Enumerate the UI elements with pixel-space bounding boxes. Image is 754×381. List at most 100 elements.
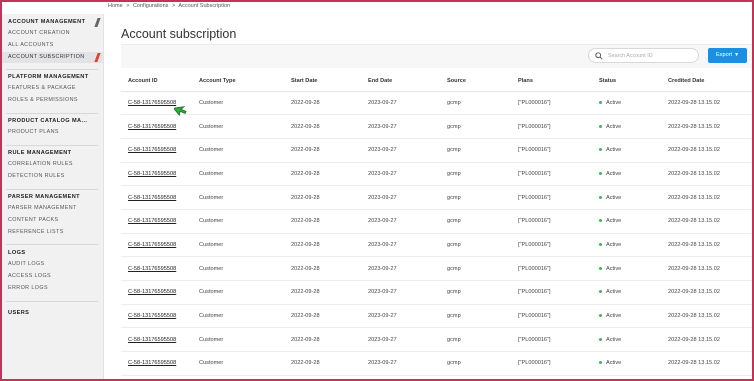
cell-credited-date: 2022-09-28 13.15.02 — [668, 280, 754, 305]
page-title: Account subscription — [121, 27, 237, 41]
table-row[interactable]: C-58-13176595508 Customer 2022-09-28 2023-0… — [121, 327, 754, 353]
column-header-end-date[interactable]: End Date — [368, 71, 447, 92]
sidebar-item-features-package[interactable]: FEATURES & PACKAGE — [0, 83, 104, 95]
cell-account-type: Customer — [199, 327, 291, 353]
sidebar-item-detection-rules[interactable]: DETECTION RULES — [0, 171, 104, 183]
cell-status: Active — [599, 91, 668, 116]
sidebar-item-access-logs[interactable]: ACCESS LOGS — [0, 271, 104, 283]
cell-account-id[interactable]: C-58-13176595508 — [121, 327, 199, 353]
cell-account-id[interactable]: C-58-13176595508 — [121, 304, 199, 329]
sidebar-heading[interactable]: PLATFORM MANAGEMENT — [0, 72, 104, 83]
table-row[interactable]: C-58-13176595508 Customer 2022-09-28 2023-0… — [121, 185, 754, 210]
cell-source: gcmp — [447, 280, 518, 305]
sidebar-section-logs: LOGS AUDIT LOGS ACCESS LOGS ERROR LOGS — [0, 248, 104, 294]
sidebar-item-account-creation[interactable]: ACCOUNT CREATION — [0, 28, 104, 40]
sidebar-item-account-subscription[interactable]: ACCOUNT SUBSCRIPTION — [0, 51, 104, 64]
cell-account-type: Customer — [199, 304, 291, 329]
cell-end-date: 2023-09-27 — [368, 351, 447, 376]
cell-source: gcmp — [447, 114, 518, 139]
sidebar-heading[interactable]: USERS — [0, 308, 104, 319]
sidebar-item-content-packs[interactable]: CONTENT PACKS — [0, 215, 104, 227]
sidebar-divider — [6, 145, 98, 146]
sidebar-item-error-logs[interactable]: ERROR LOGS — [0, 283, 104, 295]
cell-end-date: 2023-09-27 — [368, 162, 447, 187]
column-header-account-type[interactable]: Account Type — [199, 71, 291, 92]
status-label: Active — [606, 147, 622, 154]
caret-down-icon: ▼ — [734, 52, 740, 58]
top-bar: Home > Configurations > Account Subscrip… — [0, 0, 754, 14]
sidebar-item-correlation-rules[interactable]: CORRELATION RULES — [0, 159, 104, 171]
cell-account-id[interactable]: C-58-13176595508 — [121, 162, 199, 187]
cell-account-id[interactable]: C-58-13176595508 — [121, 256, 199, 281]
accounts-table: Account ID Account Type Start Date End D… — [121, 71, 754, 376]
breadcrumb-configurations[interactable]: Configurations — [133, 3, 168, 9]
status-label: Active — [606, 265, 622, 272]
cell-account-id[interactable]: C-58-13176595508 — [121, 114, 199, 139]
cell-source: gcmp — [447, 304, 518, 329]
cell-plans: ["PL000016"] — [518, 209, 599, 234]
sidebar-item-all-accounts[interactable]: ALL ACCOUNTS — [0, 40, 104, 52]
cell-plans: ["PL000016"] — [518, 280, 599, 305]
status-dot-icon — [599, 100, 602, 104]
sidebar-section-account-management: ACCOUNT MANAGEMENT ACCOUNT CREATION ALL … — [0, 17, 104, 64]
table-row[interactable]: C-58-13176595508 Customer 2022-09-28 2023-0… — [121, 114, 754, 139]
table-row[interactable]: C-58-13176595508 Customer 2022-09-28 2023-0… — [121, 209, 754, 234]
export-button[interactable]: Export ▼ — [708, 48, 747, 63]
sidebar-heading[interactable]: RULE MANAGEMENT — [0, 148, 104, 159]
sidebar-divider — [6, 189, 98, 190]
cell-credited-date: 2022-09-28 13.15.02 — [668, 91, 754, 116]
column-header-status[interactable]: Status — [599, 71, 668, 92]
column-header-account-id[interactable]: Account ID — [121, 71, 199, 92]
status-dot-icon — [599, 290, 602, 294]
cell-end-date: 2023-09-27 — [368, 185, 447, 210]
search-input[interactable] — [608, 51, 694, 61]
sidebar-divider — [6, 69, 98, 70]
status-dot-icon — [599, 266, 602, 270]
sidebar-item-reference-lists[interactable]: REFERENCE LISTS — [0, 227, 104, 239]
cell-account-id[interactable]: C-58-13176595508 — [121, 233, 199, 258]
column-header-start-date[interactable]: Start Date — [291, 71, 368, 92]
cell-credited-date: 2022-09-28 13.15.02 — [668, 162, 754, 187]
sidebar-heading[interactable]: LOGS — [0, 248, 104, 259]
sidebar-section-rule-management: RULE MANAGEMENT CORRELATION RULES DETECT… — [0, 148, 104, 183]
cell-end-date: 2023-09-27 — [368, 327, 447, 353]
cell-status: Active — [599, 185, 668, 210]
cell-account-id[interactable]: C-58-13176595508 — [121, 351, 199, 376]
column-header-credited-date[interactable]: Credited Date — [668, 71, 754, 92]
search-icon — [595, 52, 603, 60]
table-row[interactable]: C-58-13176595508 Customer 2022-09-28 2023-0… — [121, 138, 754, 163]
cell-plans: ["PL000016"] — [518, 327, 599, 353]
status-dot-icon — [599, 314, 602, 318]
cell-account-id[interactable]: C-58-13176595508 — [121, 138, 199, 163]
cell-account-id[interactable]: C-58-13176595508 — [121, 280, 199, 305]
sidebar-heading[interactable]: ACCOUNT MANAGEMENT — [0, 17, 104, 28]
sidebar-heading[interactable]: PRODUCT CATALOG MA... — [0, 116, 104, 127]
sidebar-item-audit-logs[interactable]: AUDIT LOGS — [0, 259, 104, 271]
column-header-plans[interactable]: Plans — [518, 71, 599, 92]
table-row[interactable]: C-58-13176595508 Customer 2022-09-28 2023-0… — [121, 162, 754, 187]
sidebar-item-parser-management[interactable]: PARSER MANAGEMENT — [0, 203, 104, 215]
search-box[interactable] — [588, 48, 699, 63]
table-row[interactable]: C-58-13176595508 Customer 2022-09-28 2023-0… — [121, 304, 754, 329]
status-label: Active — [606, 123, 622, 130]
sidebar: ACCOUNT MANAGEMENT ACCOUNT CREATION ALL … — [0, 14, 104, 381]
status-dot-icon — [599, 171, 602, 175]
cell-account-id[interactable]: C-58-13176595508 — [121, 209, 199, 234]
status-label: Active — [606, 289, 622, 296]
status-label: Active — [606, 194, 622, 201]
table-row[interactable]: C-58-13176595508 Customer 2022-09-28 2023-0… — [121, 280, 754, 305]
table-row[interactable]: C-58-13176595508 Customer 2022-09-28 2023-0… — [121, 351, 754, 376]
cell-plans: ["PL000016"] — [518, 138, 599, 163]
sidebar-item-product-plans[interactable]: PRODUCT PLANS — [0, 127, 104, 139]
cell-account-id[interactable]: C-58-13176595508 — [121, 185, 199, 210]
cell-start-date: 2022-09-28 — [291, 351, 368, 376]
table-row[interactable]: C-58-13176595508 Customer 2022-09-28 2023-0… — [121, 256, 754, 281]
sidebar-item-roles-permissions[interactable]: ROLES & PERMISSIONS — [0, 95, 104, 107]
table-row[interactable]: C-58-13176595508 Customer 2022-09-28 2023-0… — [121, 233, 754, 258]
table-row[interactable]: C-58-13176595508 Customer 2022-09-28 2023-0… — [121, 91, 754, 116]
status-label: Active — [606, 170, 622, 177]
breadcrumb-home[interactable]: Home — [108, 3, 123, 9]
column-header-source[interactable]: Source — [447, 71, 518, 92]
sidebar-heading[interactable]: PARSER MANAGEMENT — [0, 192, 104, 203]
cell-status: Active — [599, 256, 668, 281]
